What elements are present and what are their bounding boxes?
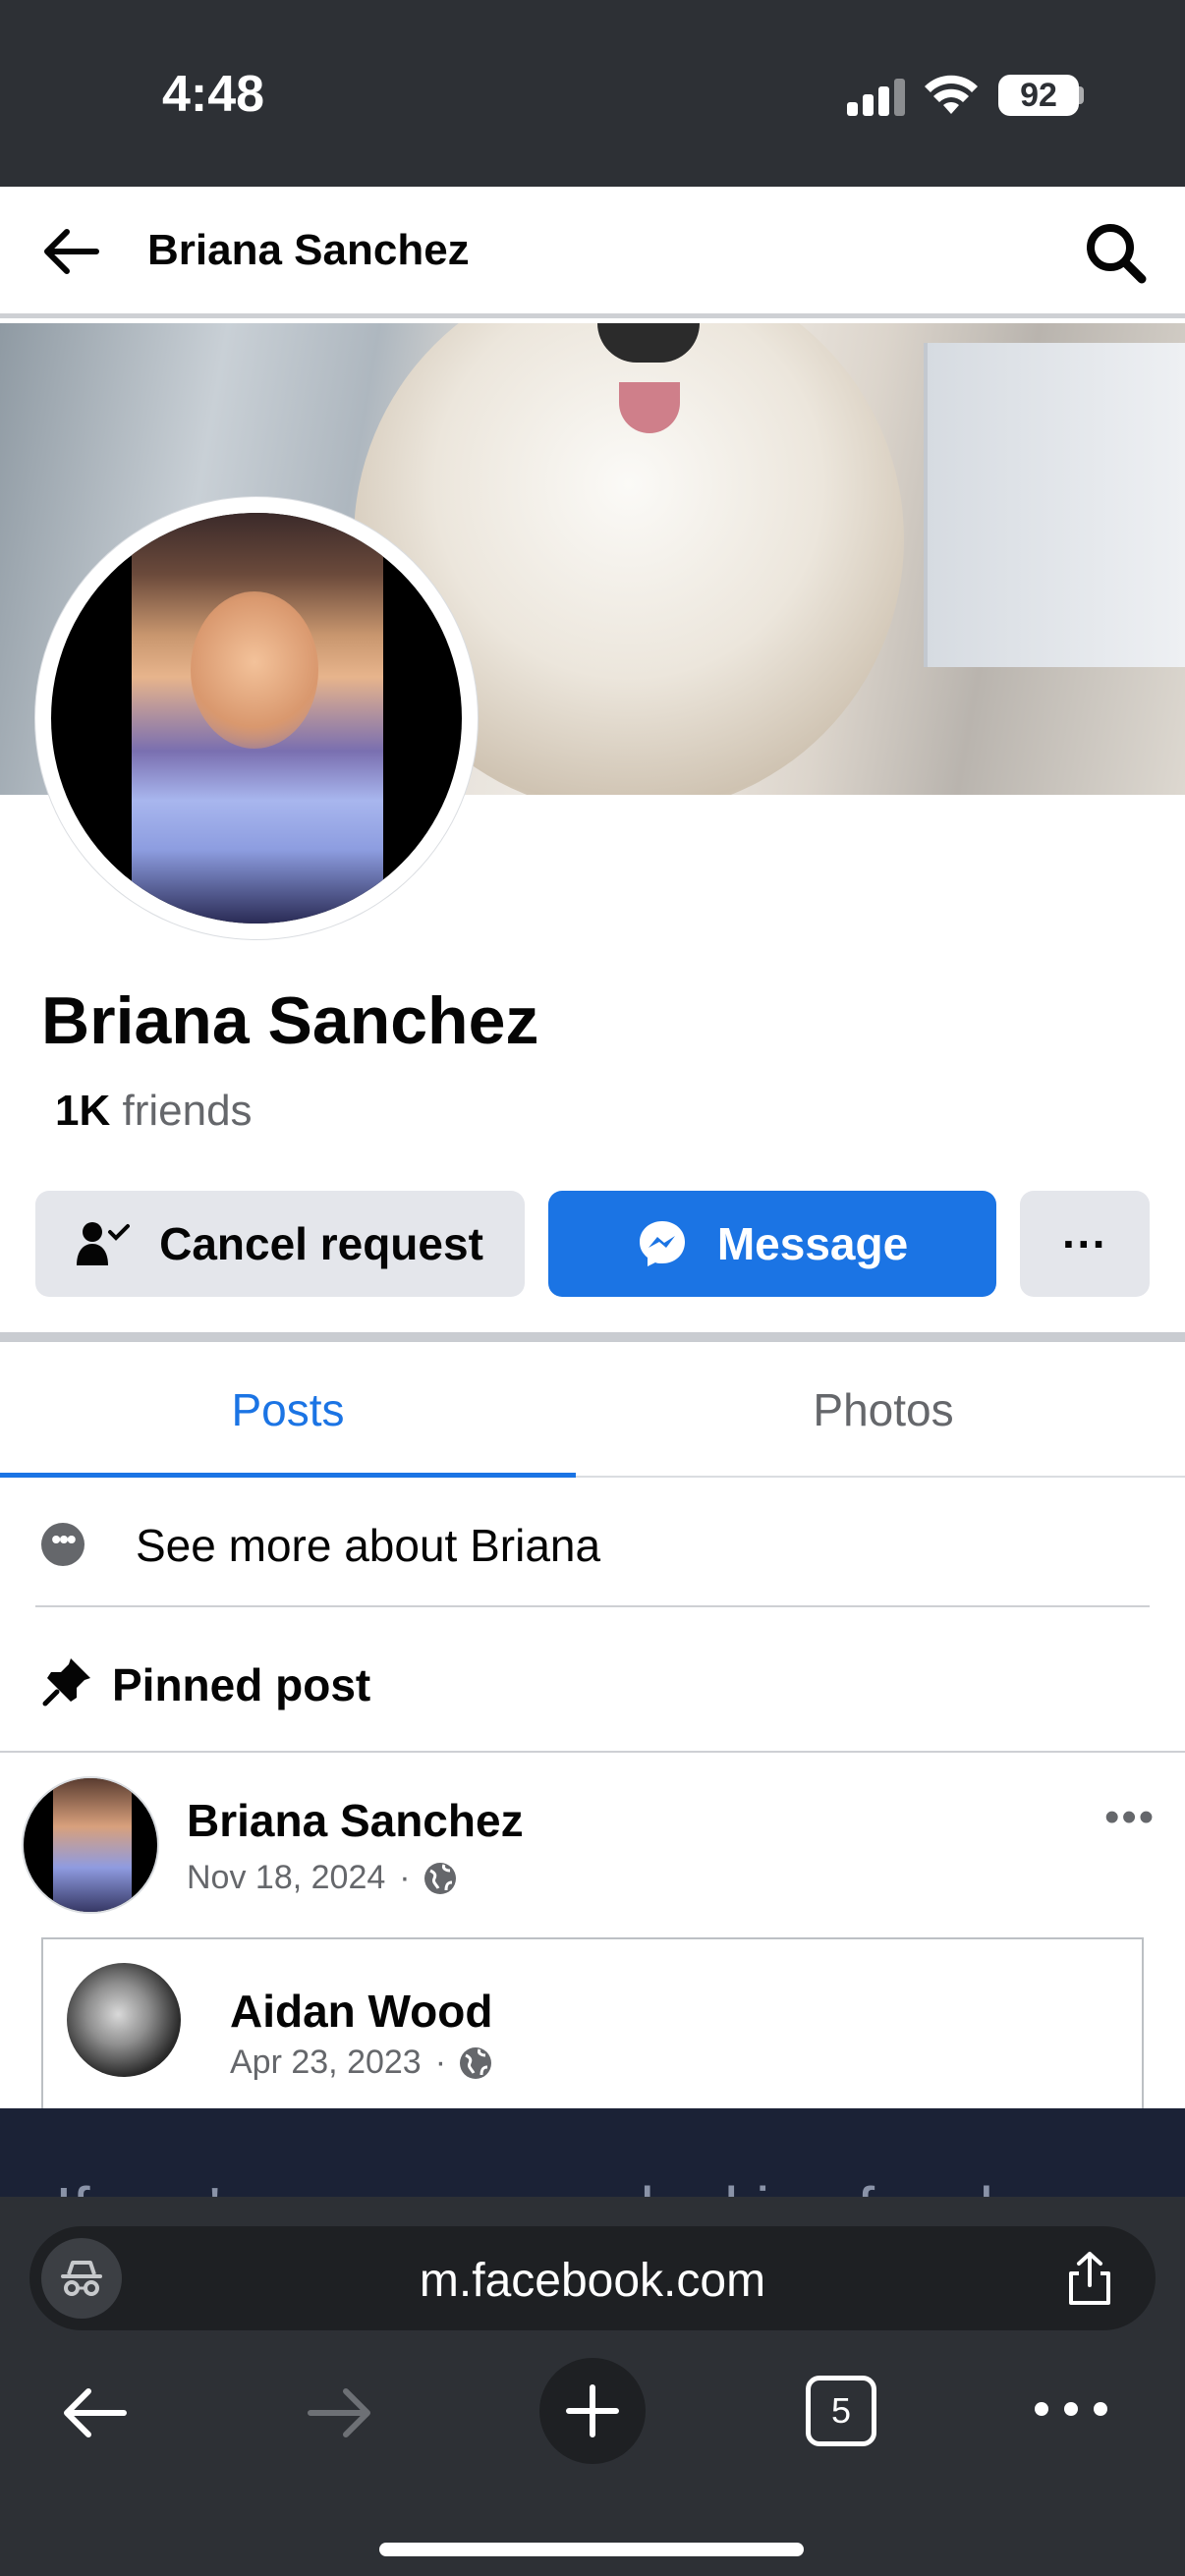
tab-photos[interactable]: Photos <box>595 1342 1171 1478</box>
see-more-about-row[interactable]: ••• See more about Briana <box>35 1478 1150 1607</box>
more-dots-icon: ••• <box>41 1523 85 1566</box>
tab-switcher-button[interactable]: 5 <box>806 2376 876 2446</box>
friends-count[interactable]: 1K friends <box>55 1087 253 1136</box>
post-avatar-photo <box>53 1778 132 1912</box>
header-title: Briana Sanchez <box>147 226 470 274</box>
globe-icon <box>460 2046 492 2079</box>
browser-back-icon[interactable] <box>55 2374 134 2452</box>
profile-avatar[interactable] <box>51 513 462 924</box>
shared-post-date[interactable]: Apr 23, 2023 <box>230 2044 422 2082</box>
back-arrow-icon[interactable] <box>37 222 106 281</box>
wifi-icon <box>925 75 978 114</box>
plus-icon <box>566 2384 619 2437</box>
message-label: Message <box>716 1218 909 1269</box>
post-date[interactable]: Nov 18, 2024 <box>187 1859 385 1897</box>
post-options-icon[interactable]: ••• <box>1104 1796 1165 1839</box>
status-bar: 4:48 92 <box>0 0 1185 187</box>
shared-post-card[interactable]: Aidan Wood Apr 23, 2023 · <box>41 1937 1144 2114</box>
search-icon[interactable] <box>1081 218 1150 287</box>
person-check-icon <box>77 1222 131 1265</box>
more-options-button[interactable]: ··· <box>1020 1191 1150 1297</box>
globe-icon <box>423 1862 456 1894</box>
battery-indicator: 92 <box>998 75 1079 116</box>
shared-author-avatar[interactable] <box>67 1963 181 2077</box>
shared-meta-separator: · <box>434 2044 447 2081</box>
status-time: 4:48 <box>162 66 265 123</box>
address-bar[interactable]: m.facebook.com <box>29 2226 1156 2330</box>
post-text: If you're on my page looking for clues <box>55 2173 1095 2197</box>
pin-icon <box>42 1658 90 1707</box>
section-divider <box>0 1332 1185 1342</box>
browser-forward-icon[interactable] <box>301 2374 379 2452</box>
new-tab-button[interactable] <box>539 2358 646 2464</box>
cancel-request-label: Cancel request <box>159 1218 483 1269</box>
avatar-face <box>191 591 318 749</box>
browser-menu-icon[interactable] <box>1032 2389 1110 2429</box>
browser-toolbar: m.facebook.com 5 <box>0 2197 1185 2576</box>
profile-tabs: Posts Photos <box>0 1342 1185 1478</box>
post-text-background: If you're on my page looking for clues <box>0 2108 1185 2197</box>
page-header: Briana Sanchez <box>0 187 1185 318</box>
tab-posts[interactable]: Posts <box>0 1342 576 1478</box>
see-more-about-label: See more about Briana <box>136 1520 601 1571</box>
messenger-icon <box>639 1221 685 1266</box>
battery-tip <box>1078 86 1084 104</box>
post-meta: Nov 18, 2024 · <box>187 1859 458 1897</box>
pinned-post-label: Pinned post <box>112 1659 371 1710</box>
shared-author-name[interactable]: Aidan Wood <box>230 1985 492 2038</box>
url-text: m.facebook.com <box>419 2255 766 2307</box>
pinned-post-header: Pinned post <box>0 1607 1185 1753</box>
share-icon[interactable] <box>1059 2248 1120 2309</box>
friends-label: friends <box>122 1087 253 1135</box>
message-button[interactable]: Message <box>548 1191 996 1297</box>
profile-name: Briana Sanchez <box>41 983 539 1058</box>
post-author-name[interactable]: Briana Sanchez <box>187 1794 524 1847</box>
friends-count-value: 1K <box>55 1087 111 1135</box>
more-options-icon: ··· <box>1062 1218 1107 1269</box>
post-author-avatar[interactable] <box>22 1776 159 1914</box>
cover-door <box>924 343 1185 667</box>
cellular-signal-icon <box>847 77 906 116</box>
cancel-request-button[interactable]: Cancel request <box>35 1191 525 1297</box>
shared-post-meta: Apr 23, 2023 · <box>230 2044 493 2082</box>
post-meta-separator: · <box>399 1859 411 1896</box>
home-indicator[interactable] <box>379 2543 804 2556</box>
